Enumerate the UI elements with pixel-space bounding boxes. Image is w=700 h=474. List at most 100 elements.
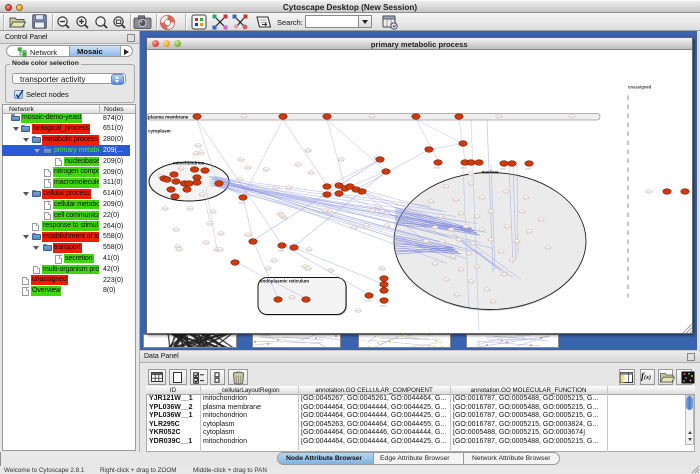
svg-text:[xxxx]: [xxxx] [423, 241, 429, 243]
svg-text:[xxxx]: [xxxx] [479, 229, 485, 231]
svg-text:[xxxx]: [xxxx] [203, 242, 209, 244]
svg-text:[xxxx]: [xxxx] [474, 266, 480, 268]
svg-text:plasma membrane: plasma membrane [148, 114, 189, 119]
svg-text:[xxxx]: [xxxx] [379, 211, 385, 213]
svg-text:[xxxx]: [xxxx] [569, 116, 575, 118]
svg-text:[xxxx]: [xxxx] [217, 249, 223, 251]
svg-text:[xxxx]: [xxxx] [432, 263, 438, 265]
svg-text:[xxxx]: [xxxx] [380, 305, 386, 307]
svg-text:[xxxx]: [xxxx] [237, 179, 243, 181]
svg-text:[xxxx]: [xxxx] [432, 227, 438, 229]
svg-text:[xxxx]: [xxxx] [281, 217, 287, 219]
svg-text:[xxxx]: [xxxx] [355, 310, 361, 312]
svg-text:[xxxx]: [xxxx] [210, 211, 216, 213]
svg-text:[xxxx]: [xxxx] [474, 216, 480, 218]
svg-text:[xxxx]: [xxxx] [500, 168, 506, 170]
svg-text:[xxxx]: [xxxx] [369, 210, 375, 212]
svg-text:[xxxx]: [xxxx] [468, 281, 474, 283]
svg-text:[xxxx]: [xxxx] [195, 145, 201, 147]
svg-text:[xxxx]: [xxxx] [490, 301, 496, 303]
svg-text:[xxxx]: [xxxx] [384, 225, 390, 227]
svg-text:[xxxx]: [xxxx] [306, 249, 312, 251]
svg-text:[xxxx]: [xxxx] [322, 210, 328, 212]
svg-text:[xxxx]: [xxxx] [458, 269, 464, 271]
svg-text:[xxxx]: [xxxx] [279, 215, 285, 217]
svg-text:[xxxx]: [xxxx] [498, 251, 504, 253]
svg-text:[xxxx]: [xxxx] [338, 159, 344, 161]
svg-text:mitochondrion: mitochondrion [173, 160, 205, 165]
svg-text:[xxxx]: [xxxx] [488, 211, 494, 213]
svg-text:[xxxx]: [xxxx] [448, 229, 454, 231]
svg-text:[xxxx]: [xxxx] [245, 167, 251, 169]
svg-text:[xxxx]: [xxxx] [375, 206, 381, 208]
svg-text:[xxxx]: [xxxx] [369, 116, 375, 118]
svg-text:[xxxx]: [xxxx] [514, 241, 520, 243]
svg-text:[xxxx]: [xxxx] [295, 164, 301, 166]
svg-text:[xxxx]: [xxxx] [434, 167, 440, 169]
svg-text:[xxxx]: [xxxx] [545, 247, 551, 249]
svg-text:[xxxx]: [xxxx] [305, 268, 311, 270]
svg-text:[xxxx]: [xxxx] [289, 297, 295, 299]
svg-text:[xxxx]: [xxxx] [379, 268, 385, 270]
svg-text:[xxxx]: [xxxx] [328, 270, 334, 272]
svg-text:[xxxx]: [xxxx] [278, 250, 284, 252]
svg-text:[xxxx]: [xxxx] [273, 187, 279, 189]
svg-text:[xxxx]: [xxxx] [218, 233, 224, 235]
svg-text:[xxxx]: [xxxx] [271, 260, 277, 262]
svg-text:[xxxx]: [xxxx] [443, 279, 449, 281]
svg-text:[xxxx]: [xxxx] [176, 249, 182, 251]
svg-text:[xxxx]: [xxxx] [187, 208, 193, 210]
svg-text:[xxxx]: [xxxx] [363, 225, 369, 227]
svg-text:[xxxx]: [xxxx] [461, 167, 467, 169]
svg-text:[xxxx]: [xxxx] [456, 239, 462, 241]
svg-text:[xxxx]: [xxxx] [466, 253, 472, 255]
svg-text:[xxxx]: [xxxx] [365, 300, 371, 302]
svg-text:unassigned: unassigned [628, 84, 652, 89]
svg-text:endoplasmic reticulum: endoplasmic reticulum [260, 278, 309, 283]
svg-text:[xxxx]: [xxxx] [453, 199, 459, 201]
svg-text:[xxxx]: [xxxx] [198, 152, 204, 154]
svg-text:[xxxx]: [xxxx] [470, 243, 476, 245]
svg-text:[xxxx]: [xxxx] [265, 268, 271, 270]
svg-text:[xxxx]: [xxxx] [468, 183, 474, 185]
svg-text:[xxxx]: [xxxx] [484, 289, 490, 291]
svg-text:[xxxx]: [xxxx] [450, 256, 456, 258]
svg-text:[xxxx]: [xxxx] [245, 234, 251, 236]
svg-text:[xxxx]: [xxxx] [263, 169, 269, 171]
svg-text:[xxxx]: [xxxx] [646, 191, 652, 193]
svg-text:[xxxx]: [xxxx] [538, 219, 544, 221]
svg-text:[xxxx]: [xxxx] [504, 226, 510, 228]
svg-text:[xxxx]: [xxxx] [238, 159, 244, 161]
svg-text:cytoplasm: cytoplasm [148, 128, 171, 133]
svg-text:[xxxx]: [xxxx] [454, 294, 460, 296]
svg-text:[xxxx]: [xxxx] [438, 216, 444, 218]
svg-text:[xxxx]: [xxxx] [525, 168, 531, 170]
svg-text:[xxxx]: [xxxx] [178, 168, 184, 170]
svg-text:[xxxx]: [xxxx] [308, 172, 314, 174]
svg-text:[xxxx]: [xxxx] [526, 231, 532, 233]
svg-text:[xxxx]: [xxxx] [199, 194, 205, 196]
svg-text:[xxxx]: [xxxx] [501, 274, 507, 276]
svg-text:[xxxx]: [xxxx] [162, 208, 168, 210]
svg-text:[xxxx]: [xxxx] [509, 259, 515, 261]
svg-text:[xxxx]: [xxxx] [439, 241, 445, 243]
svg-text:[xxxx]: [xxxx] [468, 173, 474, 175]
svg-text:[xxxx]: [xxxx] [286, 187, 292, 189]
svg-text:[xxxx]: [xxxx] [305, 150, 311, 152]
svg-text:[xxxx]: [xxxx] [488, 239, 494, 241]
svg-text:[xxxx]: [xxxx] [207, 223, 213, 225]
svg-text:[xxxx]: [xxxx] [479, 197, 485, 199]
svg-text:[xxxx]: [xxxx] [503, 191, 509, 193]
svg-text:[xxxx]: [xxxx] [519, 211, 525, 213]
svg-text:[xxxx]: [xxxx] [241, 116, 247, 118]
svg-text:[xxxx]: [xxxx] [496, 116, 502, 118]
svg-text:[xxxx]: [xxxx] [428, 201, 434, 203]
svg-text:[xxxx]: [xxxx] [351, 227, 357, 229]
svg-text:[xxxx]: [xxxx] [458, 213, 464, 215]
svg-text:[xxxx]: [xxxx] [173, 229, 179, 231]
svg-text:nucleus: nucleus [482, 169, 500, 174]
svg-text:[xxxx]: [xxxx] [239, 202, 245, 204]
svg-text:[xxxx]: [xxxx] [523, 197, 529, 199]
svg-text:[xxxx]: [xxxx] [463, 226, 469, 228]
svg-text:[xxxx]: [xxxx] [443, 186, 449, 188]
